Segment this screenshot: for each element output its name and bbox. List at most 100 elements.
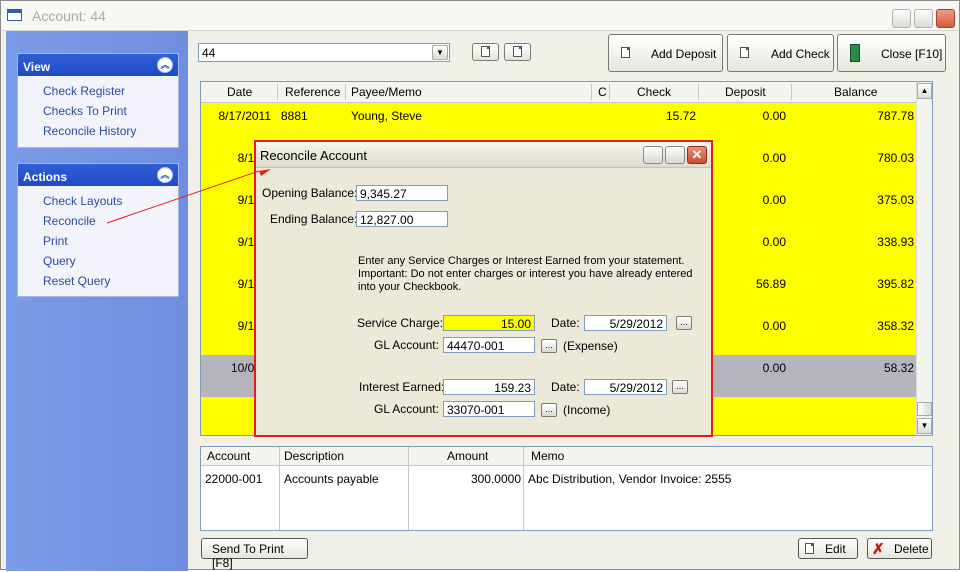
- col-description[interactable]: Description: [284, 449, 344, 463]
- cell-deposit: 56.89: [755, 277, 786, 291]
- interest-gl-lookup-button[interactable]: ...: [541, 403, 557, 417]
- col-memo[interactable]: Memo: [531, 449, 564, 463]
- col-account[interactable]: Account: [207, 449, 250, 463]
- document-icon: [513, 46, 522, 57]
- interest-gl-field[interactable]: 33070-001: [443, 401, 535, 417]
- col-check[interactable]: Check: [637, 85, 671, 99]
- sidebar-item-print[interactable]: Print: [18, 231, 178, 251]
- instruction-line-2: Important: Do not enter charges or inter…: [358, 268, 693, 293]
- cell-balance: 780.03: [877, 151, 914, 165]
- col-payee-memo[interactable]: Payee/Memo: [351, 85, 422, 99]
- service-gl-lookup-button[interactable]: ...: [541, 339, 557, 353]
- service-date-label: Date:: [551, 316, 580, 330]
- scroll-thumb[interactable]: [917, 402, 932, 416]
- chevron-down-icon[interactable]: ▼: [432, 45, 448, 60]
- collapse-chevron-icon[interactable]: ︽: [157, 57, 173, 73]
- service-date-picker-button[interactable]: ...: [676, 316, 692, 330]
- interest-earned-label: Interest Earned:: [359, 380, 445, 394]
- cell-check: 15.72: [665, 109, 696, 123]
- detail-grid[interactable]: Account Description Amount Memo 22000-00…: [200, 446, 933, 531]
- cell-amount: 300.0000: [470, 472, 521, 486]
- col-reference[interactable]: Reference: [285, 85, 340, 99]
- delete-label: Delete: [894, 542, 929, 556]
- cell-memo: Abc Distribution, Vendor Invoice: 2555: [528, 472, 732, 486]
- actions-panel-header[interactable]: Actions ︽: [18, 164, 178, 186]
- col-deposit[interactable]: Deposit: [725, 85, 766, 99]
- cell-deposit: 0.00: [762, 151, 786, 165]
- service-charge-label: Service Charge:: [357, 316, 444, 330]
- service-gl-label: GL Account:: [374, 338, 439, 352]
- dialog-close-button[interactable]: ✕: [687, 146, 707, 164]
- col-c[interactable]: C: [598, 85, 607, 99]
- delete-x-icon: ✗: [872, 541, 885, 558]
- dialog-minimize-button[interactable]: [643, 146, 663, 164]
- dialog-title-bar: Reconcile Account ✕: [256, 142, 711, 168]
- interest-date-label: Date:: [551, 380, 580, 394]
- document-icon: [621, 47, 630, 58]
- table-row[interactable]: 8/17/2011 8881 Young, Steve 15.72 0.00 7…: [201, 103, 917, 145]
- detail-header: Account Description Amount Memo: [201, 447, 932, 466]
- exit-door-icon: [850, 44, 860, 62]
- sidebar-item-reconcile[interactable]: Reconcile: [18, 211, 178, 231]
- interest-earned-field[interactable]: 159.23: [443, 379, 535, 395]
- close-window-button[interactable]: [936, 9, 955, 28]
- cell-balance: 58.32: [883, 361, 914, 375]
- sidebar-item-query[interactable]: Query: [18, 251, 178, 271]
- income-label: (Income): [563, 403, 611, 417]
- cell-deposit: 0.00: [762, 193, 786, 207]
- expense-label: (Expense): [563, 339, 618, 353]
- window-icon: [7, 9, 22, 21]
- account-select-value: 44: [202, 46, 216, 60]
- view-panel: View ︽ Check Register Checks To Print Re…: [17, 53, 179, 148]
- opening-balance-field[interactable]: 9,345.27: [356, 185, 448, 201]
- sidebar-item-check-layouts[interactable]: Check Layouts: [18, 191, 178, 211]
- scroll-down-icon[interactable]: ▼: [917, 418, 932, 434]
- send-to-print-button[interactable]: Send To Print [F8]: [201, 538, 308, 570]
- service-date-field[interactable]: 5/29/2012: [584, 315, 667, 331]
- collapse-chevron-icon[interactable]: ︽: [157, 167, 173, 183]
- delete-button[interactable]: ✗ Delete: [867, 538, 932, 559]
- cell-description: Accounts payable: [284, 472, 379, 486]
- add-deposit-label: Add Deposit: [651, 47, 717, 61]
- edit-button[interactable]: Edit: [798, 538, 858, 559]
- view-panel-header[interactable]: View ︽: [18, 54, 178, 76]
- scroll-up-icon[interactable]: ▲: [917, 83, 932, 99]
- cell-payee: Young, Steve: [351, 109, 422, 123]
- cell-deposit: 0.00: [762, 361, 786, 375]
- document-icon: [805, 543, 814, 554]
- col-balance[interactable]: Balance: [834, 85, 877, 99]
- vertical-scrollbar[interactable]: ▲ ▼: [916, 82, 932, 435]
- service-gl-field[interactable]: 44470-001: [443, 337, 535, 353]
- document-icon: [740, 47, 749, 58]
- sidebar-item-check-register[interactable]: Check Register: [18, 81, 178, 101]
- table-row[interactable]: 22000-001 Accounts payable 300.0000 Abc …: [201, 467, 932, 487]
- interest-date-picker-button[interactable]: ...: [672, 380, 688, 394]
- sidebar: View ︽ Check Register Checks To Print Re…: [6, 31, 188, 571]
- opening-balance-label: Opening Balance:: [262, 186, 358, 200]
- sidebar-item-reconcile-history[interactable]: Reconcile History: [18, 121, 178, 141]
- actions-panel: Actions ︽ Check Layouts Reconcile Print …: [17, 163, 179, 297]
- new-document-button[interactable]: [472, 43, 499, 61]
- view-panel-title: View: [23, 60, 51, 74]
- cell-balance: 338.93: [877, 235, 914, 249]
- dialog-title: Reconcile Account: [260, 148, 367, 163]
- sidebar-item-reset-query[interactable]: Reset Query: [18, 271, 178, 291]
- maximize-button[interactable]: [914, 9, 933, 28]
- instruction-text: Enter any Service Charges or Interest Ea…: [358, 255, 708, 294]
- col-date[interactable]: Date: [227, 85, 252, 99]
- minimize-button[interactable]: [892, 9, 911, 28]
- interest-date-field[interactable]: 5/29/2012: [584, 379, 667, 395]
- service-charge-field[interactable]: 15.00: [443, 315, 535, 331]
- add-deposit-button[interactable]: Add Deposit: [608, 34, 723, 72]
- ending-balance-label: Ending Balance:: [270, 212, 358, 226]
- add-check-button[interactable]: Add Check: [727, 34, 834, 72]
- sidebar-item-checks-to-print[interactable]: Checks To Print: [18, 101, 178, 121]
- instruction-line-1: Enter any Service Charges or Interest Ea…: [358, 255, 685, 267]
- account-select[interactable]: 44 ▼: [198, 43, 450, 62]
- close-button[interactable]: Close [F10]: [837, 34, 946, 72]
- col-amount[interactable]: Amount: [447, 449, 488, 463]
- main-window: Account: 44 View ︽ Check Register Checks…: [0, 0, 960, 571]
- view-document-button[interactable]: [504, 43, 531, 61]
- ending-balance-field[interactable]: 12,827.00: [356, 211, 448, 227]
- dialog-maximize-button[interactable]: [665, 146, 685, 164]
